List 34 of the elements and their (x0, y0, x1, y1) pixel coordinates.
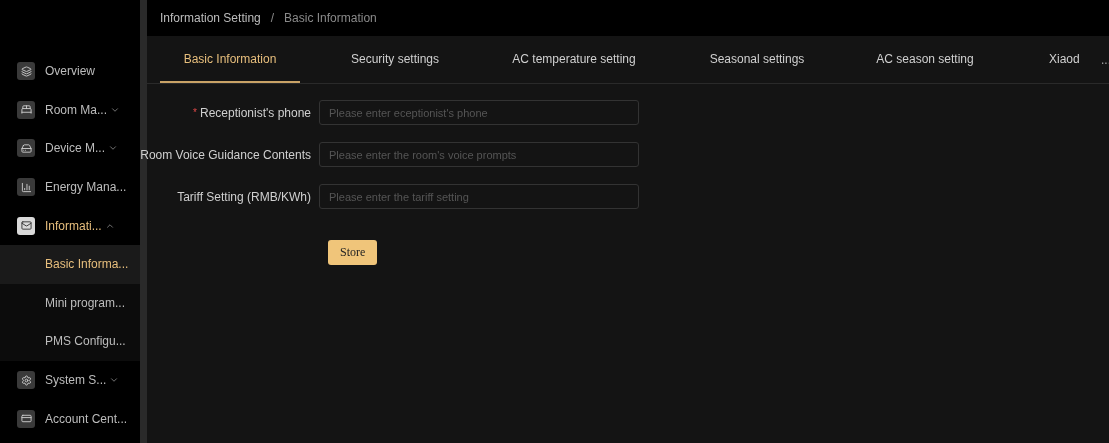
required-mark: * (193, 106, 197, 120)
sidebar-item[interactable]: Device M... (45, 139, 118, 158)
gear-icon (17, 371, 35, 390)
tab[interactable]: Seasonal settings (658, 36, 856, 83)
tab[interactable]: Security settings (300, 36, 490, 83)
tab[interactable]: AC temperature setting (490, 36, 658, 83)
bar-chart-icon (17, 178, 35, 197)
sidebar-item[interactable]: Account Cent... (45, 409, 128, 428)
sidebar-item[interactable]: Overview (45, 62, 95, 81)
more-tabs-button[interactable]: ... (1101, 36, 1109, 83)
tab[interactable]: Basic Information (160, 36, 300, 83)
mail-icon (17, 216, 35, 235)
breadcrumb-item: Basic Information (284, 10, 377, 27)
input-field[interactable]: Please enter the room's voice prompts (319, 142, 639, 167)
bed-icon (17, 100, 35, 119)
tab[interactable]: Xiaod (1049, 36, 1095, 83)
input-field[interactable]: Please enter eceptionist's phone (319, 100, 639, 125)
drive-icon (17, 139, 35, 158)
sidebar-item[interactable]: System S... (45, 371, 120, 390)
store-button[interactable]: Store (328, 239, 378, 265)
field-label: Tariff Setting (RMB/KWh) (177, 188, 311, 206)
sidebar-item[interactable]: Informati... (45, 216, 115, 235)
field-label: Room Voice Guidance Contents (140, 146, 311, 164)
field-label: Receptionist's phone (199, 104, 311, 122)
sidebar-item[interactable]: Room Ma... (45, 100, 120, 119)
breadcrumb-separator: / (270, 10, 275, 27)
input-field[interactable]: Please enter the tariff setting (319, 184, 639, 209)
sidebar-subitem[interactable]: PMS Configu... (45, 332, 126, 351)
breadcrumb-item[interactable]: Information Setting (160, 9, 261, 27)
sidebar-subitem[interactable]: Mini program... (45, 293, 126, 312)
layers-icon (17, 62, 35, 81)
sidebar-item[interactable]: Energy Mana... (45, 178, 127, 197)
card-icon (17, 409, 35, 428)
tab[interactable]: AC season setting (856, 36, 994, 83)
